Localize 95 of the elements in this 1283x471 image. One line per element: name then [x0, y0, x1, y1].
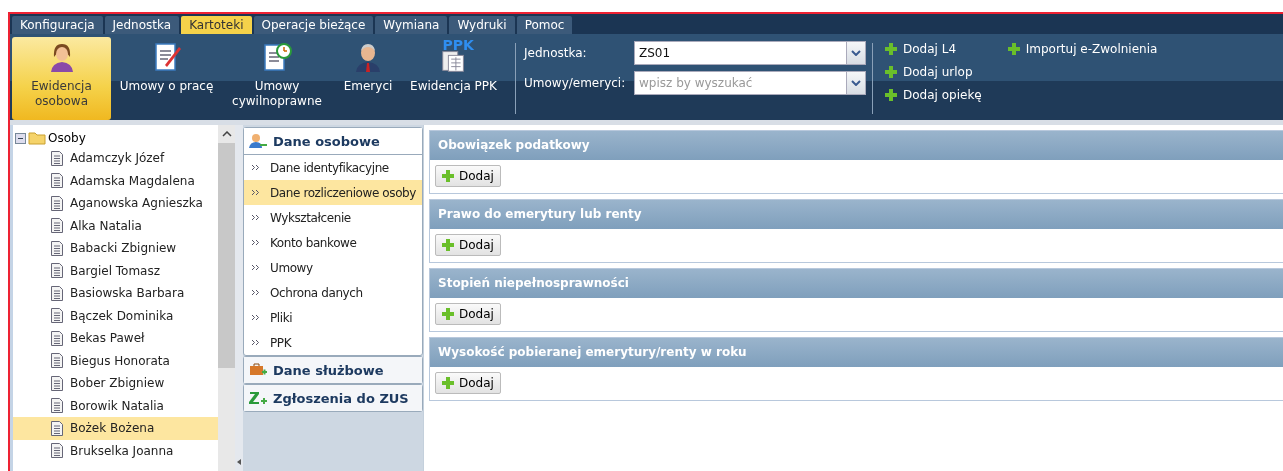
chevron-down-icon [851, 80, 861, 86]
briefcase-icon [249, 362, 267, 378]
nav-item[interactable]: Ochrona danych [244, 280, 422, 305]
menu-tab[interactable]: Jednostka [104, 16, 180, 34]
menu-tab[interactable]: Wydruki [449, 16, 515, 34]
tree-item[interactable]: Bargiel Tomasz [13, 259, 218, 282]
tree-item[interactable]: Adamska Magdalena [13, 169, 218, 192]
add-button[interactable]: Dodaj [435, 372, 501, 394]
tree-item[interactable]: Bożek Bożena [13, 417, 218, 440]
double-chevron-icon [251, 214, 261, 221]
double-chevron-icon [251, 314, 261, 321]
ribbon-button[interactable]: Ewidencja osobowa [12, 37, 111, 120]
tree-item[interactable]: Osoby [48, 131, 86, 145]
folder-icon [28, 131, 46, 145]
tree-item[interactable]: Bober Zbigniew [13, 372, 218, 395]
field-label: Umowy/emeryci: [524, 76, 627, 90]
document-icon [51, 330, 63, 346]
document-icon [51, 150, 63, 166]
menu-tab[interactable]: Kartoteki [181, 16, 252, 34]
panel-header: Stopień niepełnosprawności [430, 269, 1283, 298]
nav-item[interactable]: Konto bankowe [244, 230, 422, 255]
add-button[interactable]: Dodaj [435, 234, 501, 256]
document-icon [51, 443, 63, 459]
action-link[interactable]: Importuj e-Zwolnienia [1003, 39, 1162, 59]
plus-icon [885, 43, 897, 55]
double-chevron-icon [251, 339, 261, 346]
tree-item[interactable]: Borowik Natalia [13, 394, 218, 417]
tree-item[interactable]: Aganowska Agnieszka [13, 192, 218, 215]
tree-item[interactable]: Bekas Paweł [13, 327, 218, 350]
tree-item[interactable]: Alka Natalia [13, 214, 218, 237]
ribbon-button[interactable]: PPK Ewidencja PPK [404, 37, 503, 120]
section-header[interactable]: Dane służbowe [244, 357, 422, 383]
tree-item[interactable]: Basiowska Barbara [13, 282, 218, 305]
panel-header: Wysokość pobieranej emerytury/renty w roku [430, 338, 1283, 367]
unit-dropdown[interactable]: ZS01 [634, 41, 846, 65]
ribbon-button[interactable]: Umowy o pracę [117, 37, 216, 120]
double-chevron-icon [251, 289, 261, 296]
document-icon [51, 375, 63, 391]
document-icon [51, 218, 63, 234]
plus-icon [885, 89, 897, 101]
action-link[interactable]: Dodaj L4 [881, 39, 986, 59]
document-icon [51, 240, 63, 256]
scrollbar-thumb[interactable] [218, 143, 235, 368]
ribbon-button[interactable]: Umowy cywilnoprawne [222, 37, 332, 120]
collapse-arrow-icon[interactable] [237, 459, 241, 465]
nav-item[interactable]: Pliki [244, 305, 422, 330]
double-chevron-icon [251, 164, 261, 171]
panel-header: Prawo do emerytury lub renty [430, 200, 1283, 229]
document-icon [51, 263, 63, 279]
document-icon [51, 420, 63, 436]
nav-item[interactable]: Umowy [244, 255, 422, 280]
menu-tab[interactable]: Pomoc [516, 16, 573, 34]
action-link[interactable]: Dodaj opiekę [881, 85, 986, 105]
menu-tab[interactable]: Operacje bieżące [253, 16, 374, 34]
tree-item[interactable]: Babacki Zbigniew [13, 237, 218, 260]
double-chevron-icon [251, 189, 261, 196]
double-chevron-icon [251, 264, 261, 271]
plus-icon [442, 308, 454, 320]
document-icon [51, 308, 63, 324]
tree-item[interactable]: Bączek Dominika [13, 304, 218, 327]
action-link[interactable]: Dodaj urlop [881, 62, 986, 82]
document-icon [51, 353, 63, 369]
tree-item[interactable]: Biegus Honorata [13, 349, 218, 372]
plus-icon [442, 170, 454, 182]
document-icon [51, 173, 63, 189]
panel-header: Obowiązek podatkowy [430, 131, 1283, 160]
plus-icon [442, 239, 454, 251]
document-clock-icon [261, 41, 293, 73]
tree-item[interactable]: Adamczyk Józef [13, 147, 218, 170]
search-field[interactable]: wpisz by wyszukać [634, 71, 846, 95]
field-label: Jednostka: [524, 46, 588, 60]
nav-item[interactable]: PPK [244, 330, 422, 355]
nav-item[interactable]: Dane identyfikacyjne [244, 155, 422, 180]
document-icon [51, 285, 63, 301]
section-header[interactable]: Zgłoszenia do ZUS [244, 385, 422, 411]
collapse-icon[interactable] [15, 132, 26, 144]
nav-item[interactable]: Dane rozliczeniowe osoby [244, 180, 422, 205]
menu-tab[interactable]: Wymiana [375, 16, 448, 34]
scroll-up-icon[interactable] [221, 131, 232, 137]
plus-icon [442, 377, 454, 389]
add-button[interactable]: Dodaj [435, 303, 501, 325]
document-icon [51, 195, 63, 211]
section-header[interactable]: Dane osobowe [244, 128, 422, 155]
z-plus-icon [249, 390, 267, 406]
person-icon [249, 133, 267, 149]
tree-item[interactable]: Brukselka Joanna [13, 439, 218, 462]
document-icon [51, 398, 63, 414]
add-button[interactable]: Dodaj [435, 165, 501, 187]
menu-tab[interactable]: Konfiguracja [12, 16, 103, 34]
plus-icon [885, 66, 897, 78]
nav-item[interactable]: Wykształcenie [244, 205, 422, 230]
double-chevron-icon [251, 239, 261, 246]
plus-icon [1007, 43, 1020, 55]
ribbon-button[interactable]: Emeryci [338, 37, 398, 120]
chevron-down-icon [851, 50, 861, 56]
